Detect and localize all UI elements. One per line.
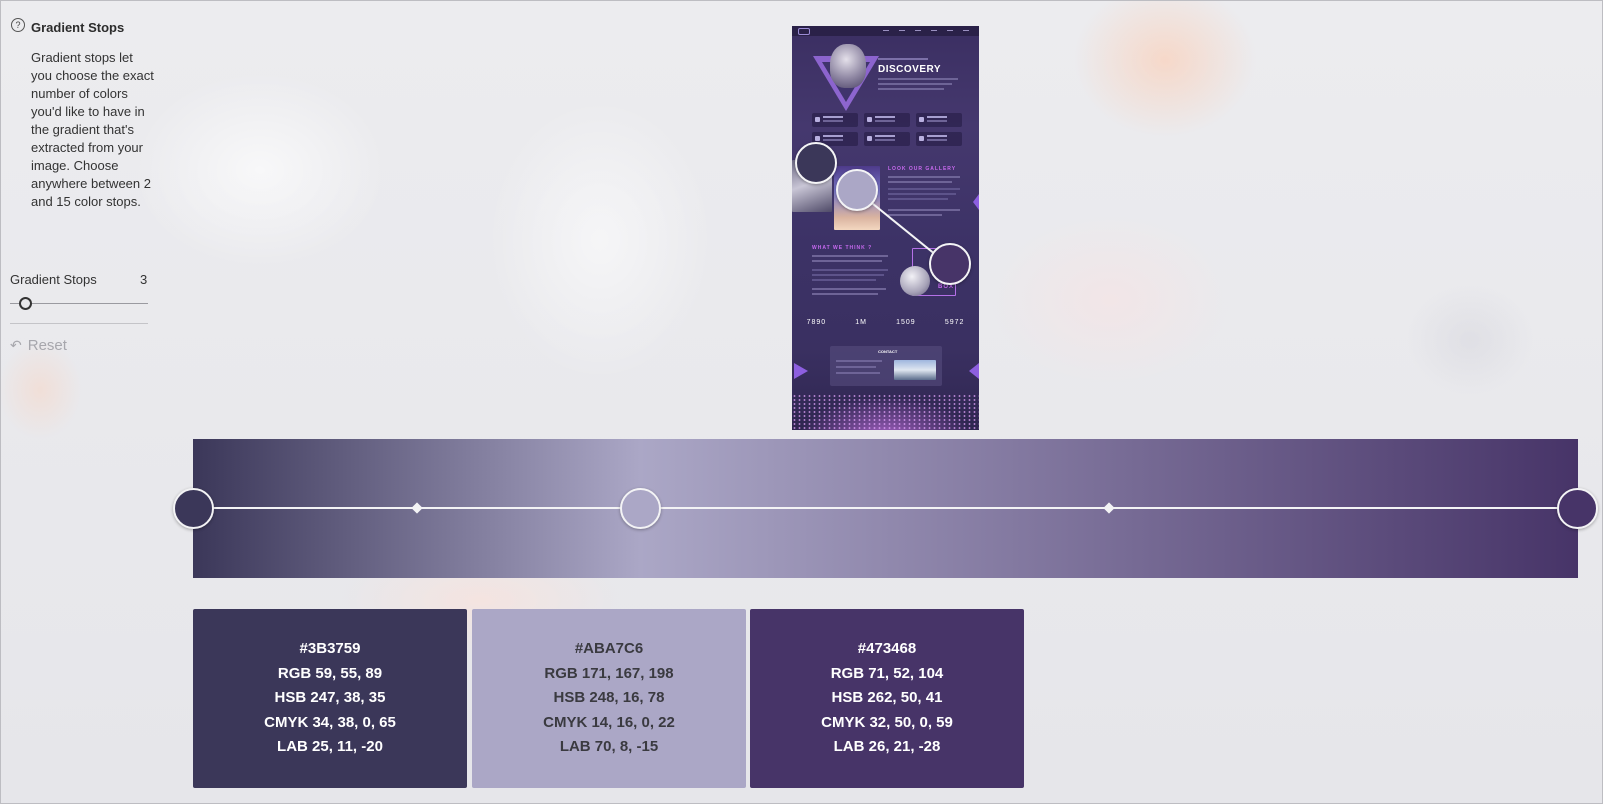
preview-text-line [888, 188, 960, 190]
swatch-lab: LAB 70, 8, -15 [559, 738, 659, 756]
preview-text-line [888, 176, 960, 178]
preview-stat: 1509 [896, 319, 916, 326]
reset-label: Reset [27, 337, 67, 354]
color-swatch-card[interactable]: #3B3759 RGB 59, 55, 89 HSB 247, 38, 35 C… [193, 609, 467, 788]
swatch-hsb: HSB 248, 16, 78 [553, 689, 665, 707]
gradient-stops-slider-thumb[interactable] [19, 297, 32, 310]
preview-building-photo [894, 360, 936, 380]
preview-text-line [812, 269, 888, 271]
preview-text-line [878, 83, 952, 85]
swatch-hex: #3B3759 [299, 640, 361, 658]
preview-edge-triangle [973, 194, 979, 210]
preview-edge-triangle [794, 363, 808, 379]
panel-title: Gradient Stops [31, 20, 125, 35]
preview-text-line [888, 214, 942, 216]
preview-text-line [888, 181, 952, 183]
preview-text-line [812, 260, 882, 262]
preview-feature-card [916, 132, 962, 146]
gradient-stops-value: 3 [140, 272, 148, 287]
gradient-stop-2[interactable] [620, 488, 661, 529]
swatch-hex: #ABA7C6 [574, 640, 644, 658]
undo-arrow-icon: ↶ [10, 337, 22, 353]
divider [10, 323, 148, 324]
preview-navbar [792, 26, 979, 36]
swatch-lab: LAB 26, 21, -28 [833, 738, 941, 756]
preview-stat: 7890 [806, 319, 827, 326]
gradient-stops-label: Gradient Stops [10, 272, 97, 287]
swatch-cmyk: CMYK 34, 38, 0, 65 [264, 713, 396, 731]
preview-astronaut [830, 44, 866, 88]
preview-text-line [878, 78, 958, 80]
color-marker-1[interactable] [795, 142, 837, 184]
color-swatch-card[interactable]: #ABA7C6 RGB 171, 167, 198 HSB 248, 16, 7… [472, 609, 746, 788]
preview-text-line [812, 274, 884, 276]
gradient-stops-panel: ? Gradient Stops Gradient stops let you … [0, 0, 158, 804]
preview-text-line [812, 293, 878, 295]
reset-button[interactable]: ↶ Reset [10, 337, 67, 354]
color-marker-3[interactable] [929, 243, 971, 285]
swatch-rgb: RGB 71, 52, 104 [830, 664, 944, 682]
preview-text-line [836, 366, 876, 368]
swatch-rgb: RGB 59, 55, 89 [277, 664, 383, 682]
preview-text-line [888, 209, 960, 211]
swatch-cmyk: CMYK 14, 16, 0, 22 [543, 713, 675, 731]
preview-text-line [812, 255, 888, 257]
preview-stat: 5972 [944, 319, 965, 326]
preview-helmet [900, 266, 930, 296]
preview-text-line [878, 88, 944, 90]
preview-contact-panel: CONTACT [830, 346, 942, 386]
preview-gallery-heading: LOOK OUR GALLERY [888, 166, 957, 172]
preview-dot-grid [792, 394, 979, 430]
preview-feature-card [864, 113, 910, 127]
preview-title: DISCOVERY [878, 64, 942, 75]
gradient-stop-1[interactable] [173, 488, 214, 529]
swatch-hex: #473468 [857, 640, 917, 658]
preview-text-line [888, 198, 948, 200]
preview-stats: 7890 1M 1509 5972 [792, 319, 979, 326]
preview-feature-card [916, 113, 962, 127]
swatch-rgb: RGB 171, 167, 198 [544, 664, 674, 682]
preview-text-line [836, 360, 882, 362]
preview-panel-label: CONTACT [878, 349, 898, 354]
preview-text-line [812, 288, 886, 290]
gradient-stop-3[interactable] [1557, 488, 1598, 529]
swatch-hsb: HSB 262, 50, 41 [831, 689, 943, 707]
color-swatch-card[interactable]: #473468 RGB 71, 52, 104 HSB 262, 50, 41 … [750, 609, 1024, 788]
preview-text-line [888, 193, 956, 195]
preview-feature-card [864, 132, 910, 146]
preview-think-heading: WHAT WE THINK ? [812, 245, 873, 251]
color-marker-2[interactable] [836, 169, 878, 211]
swatch-lab: LAB 25, 11, -20 [277, 738, 383, 756]
preview-logo [798, 28, 810, 35]
swatch-hsb: HSB 247, 38, 35 [274, 689, 386, 707]
preview-stat: 1M [855, 319, 867, 326]
swatch-cmyk: CMYK 32, 50, 0, 59 [821, 713, 953, 731]
preview-nav-links [883, 30, 973, 31]
source-image: DISCOVERY LOOK OUR GALLERY WHAT WE THINK… [792, 26, 979, 430]
gradient-stop-track [193, 507, 1578, 509]
preview-text-line [812, 279, 876, 281]
preview-text-line [836, 372, 880, 374]
question-circle-icon[interactable]: ? [11, 18, 25, 32]
preview-feature-card [812, 113, 858, 127]
panel-description: Gradient stops let you choose the exact … [31, 50, 154, 209]
preview-edge-triangle [969, 363, 979, 379]
preview-subtitle-line [878, 58, 928, 60]
